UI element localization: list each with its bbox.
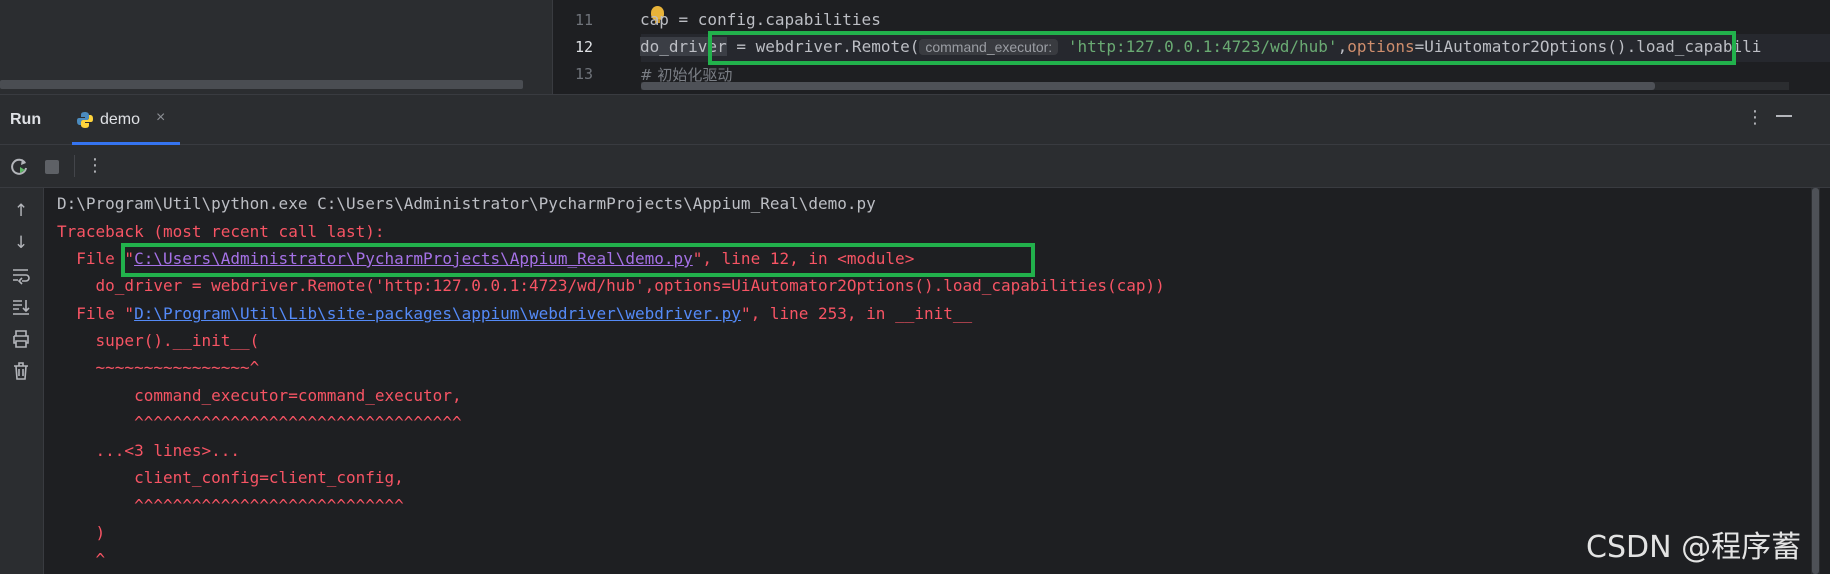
editor-scrollbar-thumb[interactable] — [641, 82, 1655, 90]
console-line: ) — [57, 523, 106, 542]
console-line-file: File "D:\Program\Util\Lib\site-packages\… — [57, 304, 972, 324]
console-line: ...<3 lines>... — [57, 441, 241, 460]
python-icon — [77, 112, 93, 128]
tab-close-icon[interactable]: × — [156, 109, 165, 127]
scroll-up-icon[interactable]: ↑ — [10, 200, 32, 222]
line-number: 13 — [574, 65, 593, 83]
console-scrollbar-thumb[interactable] — [1812, 188, 1819, 574]
line-number-gutter: 11 12 13 — [553, 0, 641, 94]
code-line-11[interactable]: cap = config.capabilities — [640, 10, 881, 29]
scroll-down-icon[interactable]: ↓ — [10, 232, 32, 254]
project-pane-scrollbar[interactable] — [0, 80, 523, 89]
console-text: ", line 253, in __init__ — [740, 304, 973, 323]
trash-icon[interactable] — [10, 360, 32, 382]
run-tool-window-header: Run demo × ⋮ — [0, 94, 1830, 145]
line-number: 11 — [574, 11, 593, 29]
console-side-toolbar: ↑ ↓ — [0, 188, 44, 574]
console-line: D:\Program\Util\python.exe C:\Users\Admi… — [57, 194, 876, 213]
console-line: do_driver = webdriver.Remote('http:127.0… — [57, 276, 1165, 295]
console-line: ^^^^^^^^^^^^^^^^^^^^^^^^^^^^^^^^^^ — [57, 413, 462, 432]
more-options-icon[interactable]: ⋮ — [1746, 107, 1764, 128]
minimize-icon[interactable] — [1776, 115, 1792, 117]
console-output[interactable]: D:\Program\Util\python.exe C:\Users\Admi… — [45, 188, 1811, 574]
console-text: File " — [57, 304, 135, 323]
console-line: ^^^^^^^^^^^^^^^^^^^^^^^^^^^^ — [57, 496, 404, 515]
soft-wrap-icon[interactable] — [10, 264, 32, 286]
rerun-icon[interactable] — [10, 157, 30, 177]
tab-label: demo — [100, 111, 141, 128]
console-line: ^ — [57, 550, 106, 569]
highlight-box-code-line — [708, 31, 1736, 65]
tab-demo[interactable]: demo × — [72, 95, 180, 145]
print-icon[interactable] — [10, 328, 32, 350]
run-toolbar: ⋮ — [0, 145, 1830, 188]
highlight-box-file-line — [121, 243, 1035, 277]
console-line: super().__init__( — [57, 331, 260, 350]
toolbar-separator — [74, 155, 75, 177]
file-link[interactable]: D:\Program\Util\Lib\site-packages\appium… — [134, 304, 741, 323]
console-line: Traceback (most recent call last): — [57, 222, 385, 241]
stop-icon[interactable] — [45, 160, 59, 174]
console-line: command_executor=command_executor, — [57, 386, 462, 405]
project-pane[interactable] — [0, 0, 552, 94]
console-line: client_config=client_config, — [57, 468, 404, 487]
console-line: ~~~~~~~~~~~~~~~~^ — [57, 358, 260, 377]
code-editor[interactable]: 11 12 13 cap = config.capabilities do_dr… — [0, 0, 1830, 94]
scroll-to-end-icon[interactable] — [10, 296, 32, 318]
watermark: CSDN @程序蓄 — [1586, 530, 1802, 565]
toolbar-more-icon[interactable]: ⋮ — [86, 155, 104, 176]
line-number-current: 12 — [574, 38, 593, 56]
run-title: Run — [10, 111, 42, 128]
